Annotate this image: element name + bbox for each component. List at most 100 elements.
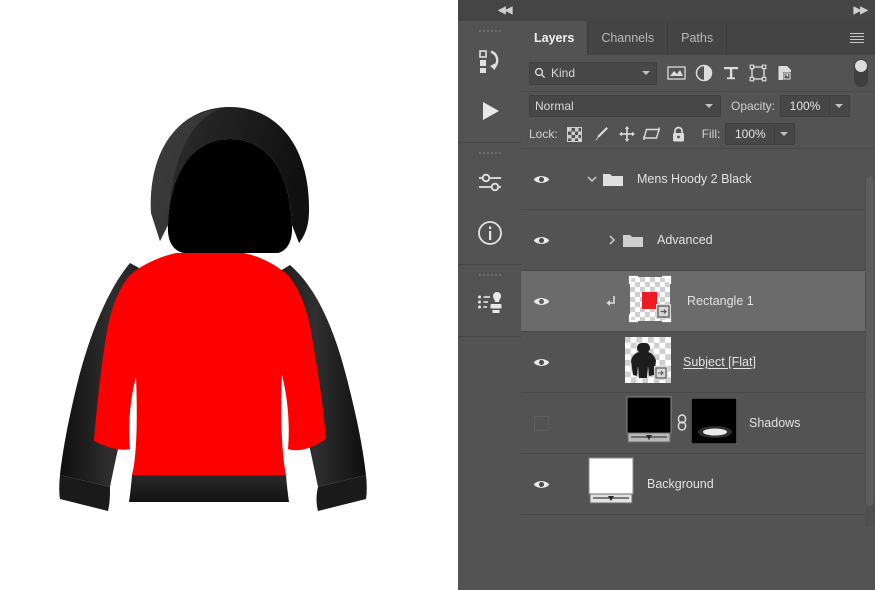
filter-kind-select[interactable]: Kind xyxy=(529,61,657,85)
chevron-down-icon xyxy=(642,71,650,75)
lock-all-icon[interactable] xyxy=(666,123,692,145)
layer-name[interactable]: Mens Hoody 2 Black xyxy=(637,172,752,186)
link-icon[interactable] xyxy=(673,413,691,433)
lock-image-icon[interactable] xyxy=(588,123,614,145)
panel-dock: ◀◀ ▶▶ Layers Channels Paths Kind Normal … xyxy=(458,0,875,590)
fill-field[interactable]: 100% xyxy=(725,123,796,145)
table-row[interactable]: Advanced xyxy=(521,210,875,271)
tab-paths-label: Paths xyxy=(681,31,714,45)
actions-icon[interactable] xyxy=(458,280,521,330)
icon-rail xyxy=(458,21,522,590)
toggle-knob xyxy=(855,60,867,72)
layer-name[interactable]: Advanced xyxy=(657,233,713,247)
eye-icon xyxy=(533,236,549,244)
dock-topbar: ◀◀ ▶▶ xyxy=(458,0,875,22)
opacity-field[interactable]: 100% xyxy=(780,95,851,117)
eye-icon xyxy=(533,297,549,305)
eye-icon xyxy=(533,480,549,488)
layer-name[interactable]: Rectangle 1 xyxy=(687,294,754,308)
info-icon[interactable] xyxy=(458,208,521,258)
lock-artboard-icon[interactable] xyxy=(640,123,666,145)
opacity-stepper[interactable] xyxy=(829,97,849,115)
hamburger-menu-icon[interactable] xyxy=(847,21,867,55)
rail-group-history xyxy=(458,21,521,143)
history-icon[interactable] xyxy=(458,36,521,86)
adjustments-icon[interactable] xyxy=(458,158,521,208)
layer-name[interactable]: Subject [Flat] xyxy=(683,355,756,369)
lock-transparency-icon[interactable] xyxy=(562,123,588,145)
rail-empty-space xyxy=(458,550,521,590)
chevron-right-icon xyxy=(609,235,616,245)
rail-group-adjustments xyxy=(458,143,521,265)
layer-filter-row: Kind xyxy=(521,55,875,92)
panel-tab-strip: Layers Channels Paths xyxy=(521,21,875,55)
hoodie-artwork xyxy=(18,75,448,535)
lock-row: Lock: Fill: 100% xyxy=(521,120,875,149)
folder-icon xyxy=(621,232,645,249)
lock-position-icon[interactable] xyxy=(614,123,640,145)
scrollbar-thumb[interactable] xyxy=(866,176,874,506)
filter-pixel-icon[interactable] xyxy=(663,60,690,86)
table-row[interactable]: Rectangle 1 xyxy=(521,271,875,332)
chevron-down-icon xyxy=(779,132,788,136)
table-row[interactable]: Mens Hoody 2 Black xyxy=(521,149,875,210)
opacity-label: Opacity: xyxy=(731,99,776,113)
search-icon xyxy=(534,67,546,79)
layer-visibility-toggle[interactable] xyxy=(521,149,561,209)
tab-channels[interactable]: Channels xyxy=(588,21,669,55)
filter-shape-icon[interactable] xyxy=(744,60,771,86)
layer-thumbnail[interactable] xyxy=(625,274,675,329)
blend-mode-row: Normal Opacity: 100% xyxy=(521,92,875,120)
table-row[interactable]: Subject [Flat] xyxy=(521,332,875,393)
layer-thumbnail[interactable] xyxy=(587,457,635,512)
table-row[interactable]: Background xyxy=(521,454,875,515)
opacity-value: 100% xyxy=(789,99,821,113)
layer-name[interactable]: Shadows xyxy=(749,416,800,430)
filter-kind-value: Kind xyxy=(551,66,576,80)
tab-paths[interactable]: Paths xyxy=(668,21,728,55)
filter-adjustment-icon[interactable] xyxy=(690,60,717,86)
layer-list[interactable]: Mens Hoody 2 Black Advanced Rectangle 1 … xyxy=(521,149,875,557)
blend-mode-value: Normal xyxy=(535,99,574,113)
eye-icon xyxy=(533,175,549,183)
eye-icon xyxy=(533,358,549,366)
clipping-mask-icon xyxy=(603,271,619,331)
chevron-down-icon xyxy=(834,104,843,108)
chevron-down-icon xyxy=(705,104,713,108)
tab-layers[interactable]: Layers xyxy=(521,21,589,55)
double-chevron-right-icon[interactable]: ▶▶ xyxy=(854,0,868,21)
blend-mode-select[interactable]: Normal xyxy=(529,95,721,117)
layer-list-scrollbar[interactable] xyxy=(865,176,875,526)
rail-grip[interactable] xyxy=(458,143,521,158)
tab-channels-label: Channels xyxy=(601,31,655,45)
layer-thumbnail[interactable] xyxy=(625,396,673,451)
play-icon[interactable] xyxy=(458,86,521,136)
layer-list-empty-area[interactable] xyxy=(521,515,875,557)
layer-mask-thumbnail[interactable] xyxy=(690,397,738,449)
rail-group-actions xyxy=(458,265,521,337)
layer-visibility-toggle[interactable] xyxy=(521,454,561,514)
lock-label: Lock: xyxy=(529,127,558,141)
rail-grip[interactable] xyxy=(458,21,521,36)
layer-visibility-toggle[interactable] xyxy=(521,271,561,331)
rail-grip[interactable] xyxy=(458,265,521,280)
double-chevron-left-icon[interactable]: ◀◀ xyxy=(498,0,512,21)
group-disclosure-closed[interactable] xyxy=(603,235,621,245)
folder-icon xyxy=(601,171,625,188)
layers-panel: Layers Channels Paths Kind Normal Opacit… xyxy=(521,21,875,590)
layer-name[interactable]: Background xyxy=(647,477,714,491)
eye-off-icon xyxy=(533,415,549,431)
fill-stepper[interactable] xyxy=(774,125,794,143)
filter-smart-object-icon[interactable] xyxy=(771,60,798,86)
group-disclosure-open[interactable] xyxy=(583,175,601,183)
table-row[interactable]: Shadows xyxy=(521,393,875,454)
layer-visibility-toggle[interactable] xyxy=(521,210,561,270)
filter-enable-toggle[interactable] xyxy=(854,59,868,87)
canvas-area[interactable] xyxy=(0,0,458,590)
filter-type-icon[interactable] xyxy=(717,60,744,86)
photoshop-window: ◀◀ ▶▶ Layers Channels Paths Kind Normal … xyxy=(0,0,875,590)
layer-thumbnail[interactable] xyxy=(625,336,671,388)
tab-layers-label: Layers xyxy=(534,31,575,45)
layer-visibility-toggle[interactable] xyxy=(521,393,561,453)
layer-visibility-toggle[interactable] xyxy=(521,332,561,392)
